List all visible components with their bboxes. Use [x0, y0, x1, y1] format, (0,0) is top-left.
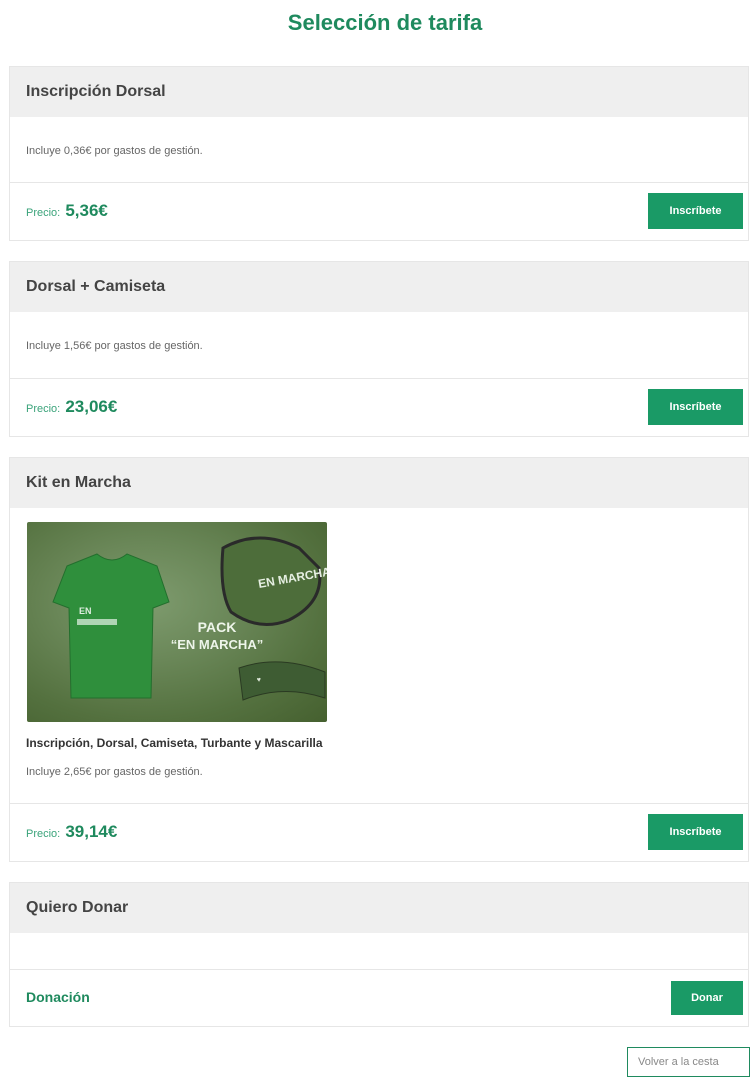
price-label: Precio:	[26, 403, 61, 415]
donation-title: Quiero Donar	[10, 883, 748, 933]
pack-text-line1: PACK	[198, 619, 237, 635]
inscribete-button[interactable]: Inscríbete	[648, 389, 743, 425]
donation-card: Quiero Donar Donación Donar	[9, 882, 749, 1027]
headband-logo: ♥	[257, 677, 262, 684]
inscribete-button[interactable]: Inscríbete	[648, 193, 743, 229]
price: Precio: 23,06€	[26, 397, 117, 417]
price-value: 5,36€	[65, 201, 108, 220]
pack-text-line2: “EN MARCHA”	[171, 637, 263, 652]
fare-body: EN EN MARCHA ♥ PACK “EN MARCHA” Inscripc…	[10, 508, 748, 804]
fare-card-dorsal-camiseta: Dorsal + Camiseta Incluye 1,56€ por gast…	[9, 261, 749, 437]
price: Precio: 39,14€	[26, 822, 117, 842]
donar-button[interactable]: Donar	[671, 981, 743, 1015]
price-value: 23,06€	[65, 397, 118, 416]
fare-card-kit-en-marcha: Kit en Marcha EN EN MARCHA ♥ PACK “EN MA…	[9, 457, 749, 862]
fare-title: Kit en Marcha	[10, 458, 748, 508]
tshirt-logo: EN	[79, 606, 92, 616]
kit-description: Inscripción, Dorsal, Camiseta, Turbante …	[26, 736, 323, 750]
fare-body: Incluye 1,56€ por gastos de gestión.	[10, 312, 748, 379]
price-value: 39,14€	[65, 822, 118, 841]
kit-product-image: EN EN MARCHA ♥ PACK “EN MARCHA”	[27, 522, 327, 722]
donation-label: Donación	[26, 989, 90, 1005]
fare-title: Inscripción Dorsal	[10, 67, 748, 117]
price: Precio: 5,36€	[26, 201, 108, 221]
fare-body: Incluye 0,36€ por gastos de gestión.	[10, 117, 748, 183]
tshirt-shape	[52, 553, 170, 699]
price-label: Precio:	[26, 828, 61, 840]
fare-footer: Precio: 39,14€ Inscríbete	[10, 804, 748, 861]
fare-title: Dorsal + Camiseta	[10, 262, 748, 312]
donation-body	[10, 933, 748, 970]
fare-footer: Precio: 23,06€ Inscríbete	[10, 379, 748, 436]
fee-note: Incluye 2,65€ por gastos de gestión.	[26, 766, 203, 778]
page-title: Selección de tarifa	[287, 10, 483, 35]
donation-footer: Donación Donar	[10, 970, 748, 1027]
fee-note: Incluye 0,36€ por gastos de gestión.	[26, 145, 203, 157]
fare-card-inscripcion-dorsal: Inscripción Dorsal Incluye 0,36€ por gas…	[9, 66, 749, 241]
headband-shape	[238, 661, 326, 701]
price-label: Precio:	[26, 207, 61, 219]
inscribete-button[interactable]: Inscríbete	[648, 814, 743, 850]
fare-footer: Precio: 5,36€ Inscríbete	[10, 183, 748, 240]
fee-note: Incluye 1,56€ por gastos de gestión.	[26, 340, 203, 352]
back-to-cart-button[interactable]: Volver a la cesta	[627, 1047, 750, 1077]
